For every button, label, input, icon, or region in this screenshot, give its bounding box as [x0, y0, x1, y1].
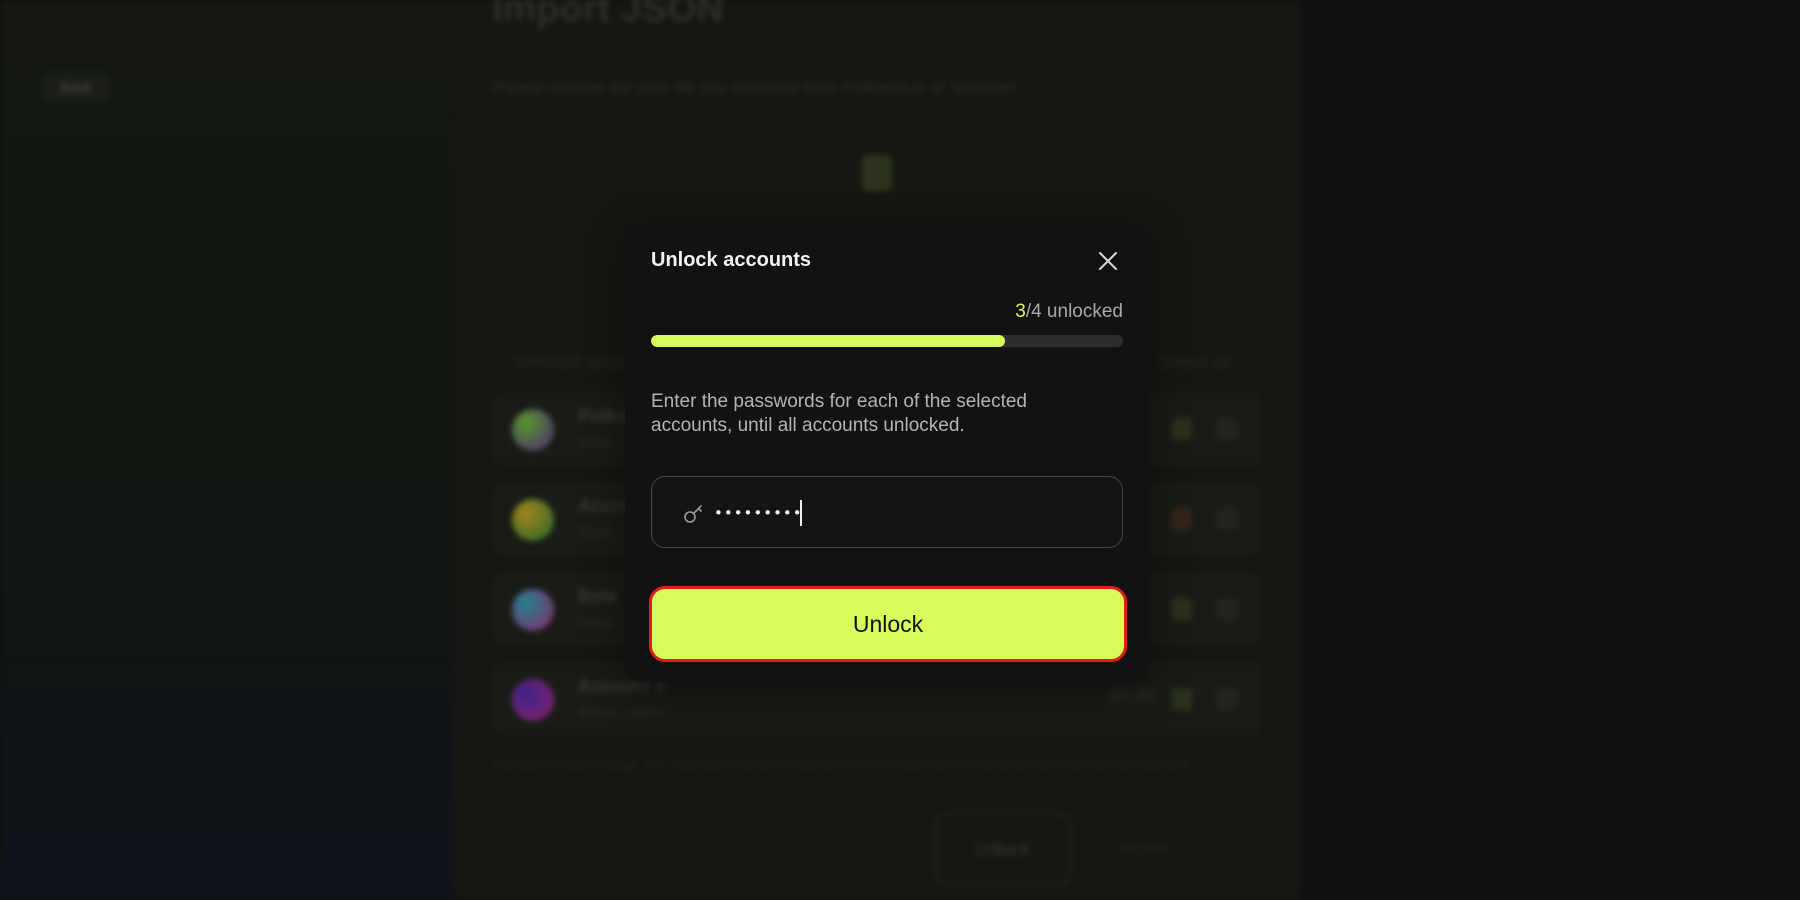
text-caret	[800, 500, 802, 526]
progress-total: /4 unlocked	[1025, 301, 1123, 322]
key-icon	[684, 505, 702, 523]
unlock-accounts-modal: Unlock accounts 3/4 unlocked Enter the p…	[625, 222, 1149, 682]
close-icon	[1099, 252, 1117, 270]
modal-title: Unlock accounts	[651, 249, 812, 271]
instructions-text: Enter the passwords for each of the sele…	[651, 391, 1027, 436]
progress-bar	[651, 335, 1123, 347]
unlocked-count: 3	[1015, 301, 1026, 322]
password-field[interactable]	[651, 476, 1123, 548]
password-input[interactable]	[712, 493, 1092, 533]
progress-fill	[651, 335, 1005, 347]
close-button[interactable]	[1095, 248, 1121, 274]
progress-label: 3/4 unlocked	[1015, 301, 1123, 323]
unlock-button[interactable]: Unlock	[649, 586, 1127, 662]
